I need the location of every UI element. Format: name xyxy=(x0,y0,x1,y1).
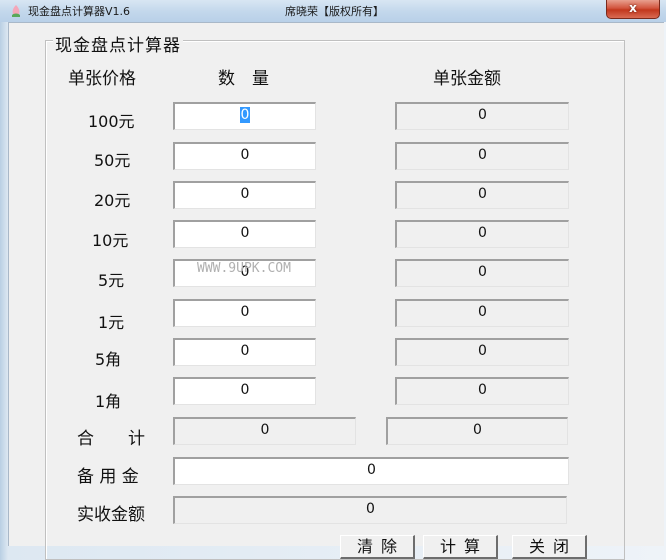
quantity-input-20[interactable]: 0 xyxy=(173,181,316,209)
close-window-button[interactable]: x xyxy=(606,0,660,19)
title-bar: 现金盘点计算器V1.6 席晓荣【版权所有】 x xyxy=(0,0,666,22)
reserve-input[interactable]: 0 xyxy=(173,457,569,485)
watermark-text: WWW.9UPK.COM xyxy=(197,261,291,276)
denomination-label: 10元 xyxy=(92,231,129,250)
window-subtitle: 席晓荣【版权所有】 xyxy=(285,5,384,18)
selected-text: 0 xyxy=(239,107,251,123)
header-quantity: 数 量 xyxy=(218,69,269,89)
header-denomination: 单张价格 xyxy=(68,69,136,89)
denomination-label: 100元 xyxy=(88,112,135,131)
close-icon: x xyxy=(629,1,637,15)
amount-field-5: 0 xyxy=(395,259,569,287)
denomination-label: 1角 xyxy=(95,392,122,411)
quantity-input-10[interactable]: 0 xyxy=(173,220,316,248)
total-label: 合 计 xyxy=(77,429,145,449)
quantity-input-1[interactable]: 0 xyxy=(173,299,316,327)
reserve-label: 备 用 金 xyxy=(77,467,139,487)
header-amount: 单张金额 xyxy=(433,69,501,89)
quantity-input-100[interactable]: 0 xyxy=(173,102,316,130)
groupbox-legend: 现金盘点计算器 xyxy=(53,31,183,56)
denomination-label: 1元 xyxy=(98,313,125,332)
quantity-input-5jiao[interactable]: 0 xyxy=(173,338,316,366)
close-button[interactable]: 关闭 xyxy=(512,535,587,559)
amount-field-1: 0 xyxy=(395,299,569,327)
clear-button[interactable]: 清除 xyxy=(340,535,415,559)
denomination-label: 20元 xyxy=(94,191,131,210)
window-title: 现金盘点计算器V1.6 xyxy=(28,5,131,18)
total-quantity-field: 0 xyxy=(173,417,356,445)
total-amount-field: 0 xyxy=(386,417,568,445)
quantity-input-50[interactable]: 0 xyxy=(173,142,316,170)
amount-field-50: 0 xyxy=(395,142,569,170)
amount-field-100: 0 xyxy=(395,102,569,130)
calculate-button[interactable]: 计算 xyxy=(423,535,498,559)
received-label: 实收金额 xyxy=(77,505,145,525)
denomination-label: 5角 xyxy=(95,350,122,369)
denomination-label: 50元 xyxy=(94,151,131,170)
app-icon xyxy=(12,5,20,17)
amount-field-1jiao: 0 xyxy=(395,377,569,405)
quantity-input-1jiao[interactable]: 0 xyxy=(173,377,316,405)
amount-field-5jiao: 0 xyxy=(395,338,569,366)
amount-field-20: 0 xyxy=(395,181,569,209)
amount-field-10: 0 xyxy=(395,220,569,248)
denomination-label: 5元 xyxy=(98,271,125,290)
received-amount-field: 0 xyxy=(173,496,567,524)
